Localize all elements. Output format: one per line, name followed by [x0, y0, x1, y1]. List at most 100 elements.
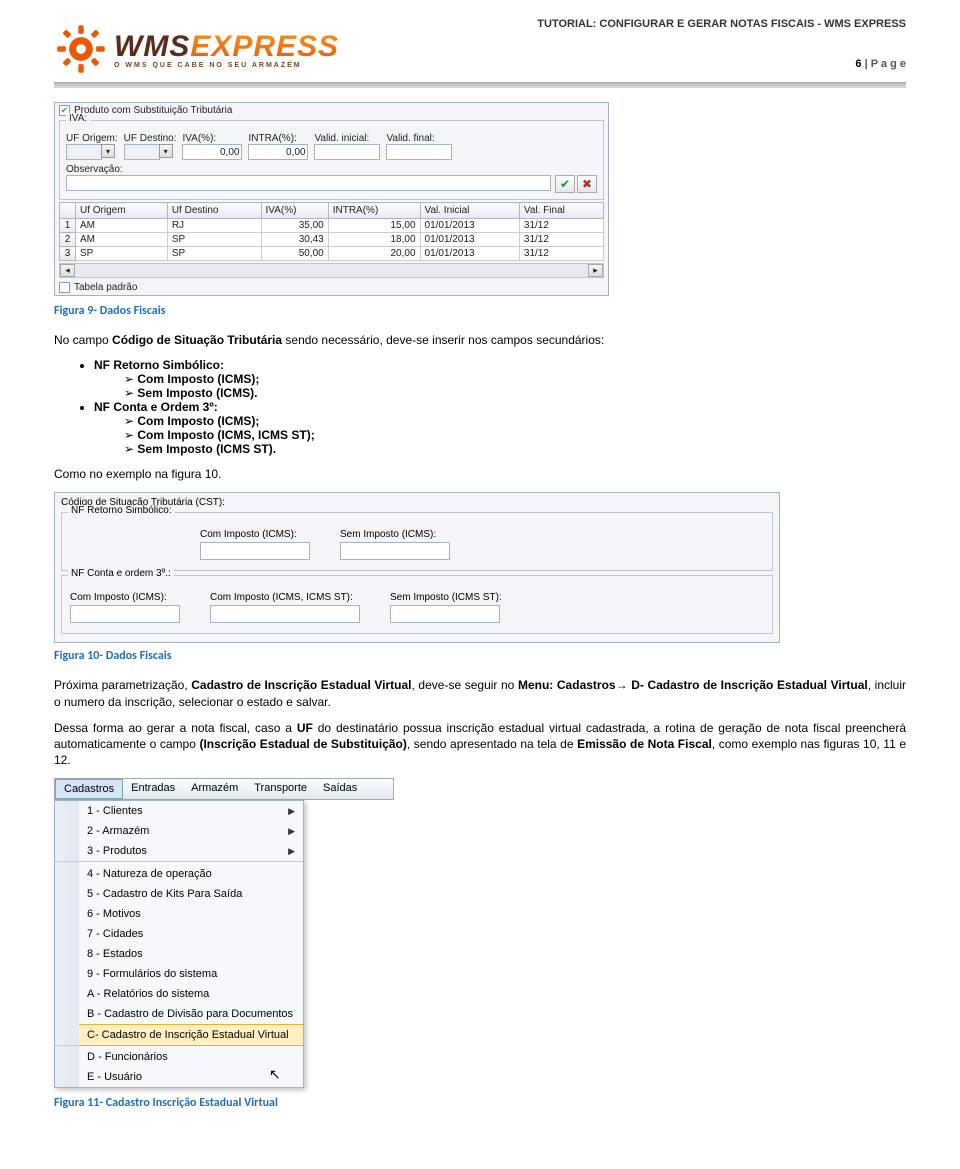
col-intra[interactable]: INTRA(%): [328, 203, 420, 219]
chevron-down-icon[interactable]: ▾: [101, 144, 115, 158]
input-valid-final[interactable]: [386, 144, 452, 160]
table-row[interactable]: 3 SP SP 50,00 20,00 01/01/2013 31/12: [60, 247, 604, 261]
list-item: NF Retorno Simbólico:: [94, 358, 224, 372]
label-valid-final: Valid. final:: [386, 133, 452, 144]
table-row[interactable]: 1 AM RJ 35,00 15,00 01/01/2013 31/12: [60, 219, 604, 233]
menu-item-label: 4 - Natureza de operação: [79, 864, 303, 884]
dropdown-uf-destino[interactable]: [124, 144, 160, 160]
arrow-icon: →: [616, 678, 632, 692]
menu-entradas[interactable]: Entradas: [123, 779, 183, 799]
menu-item[interactable]: A - Relatórios do sistema: [55, 984, 303, 1004]
col-uf-destino[interactable]: Uf Destino: [167, 203, 261, 219]
menu-item[interactable]: E - Usuário: [55, 1067, 303, 1087]
menu-item-label: 2 - Armazém: [79, 821, 280, 841]
list-item: NF Conta e Ordem 3º:: [94, 400, 218, 414]
row-header: 1: [60, 219, 76, 233]
menu-item-label: D - Funcionários: [79, 1047, 303, 1067]
brand-wms: WMS: [114, 30, 190, 63]
label-uf-origem: UF Origem:: [66, 133, 118, 144]
menu-item[interactable]: 7 - Cidades: [55, 924, 303, 944]
text-bold: D- Cadastro de Inscrição Estadual Virtua…: [631, 678, 868, 692]
menu-item[interactable]: D - Funcionários: [55, 1047, 303, 1067]
page-number: 6 | P a g e: [537, 58, 906, 70]
cursor-icon: ↖: [269, 1066, 281, 1082]
cell: SP: [167, 247, 261, 261]
label-com-icms-st: Com Imposto (ICMS, ICMS ST):: [210, 592, 360, 603]
input-observacao[interactable]: [66, 175, 551, 191]
menu-cadastros[interactable]: Cadastros: [55, 779, 123, 799]
menu-item[interactable]: 1 - Clientes▶: [55, 801, 303, 821]
col-val-final[interactable]: Val. Final: [519, 203, 603, 219]
brand-tagline: O WMS QUE CABE NO SEU ARMAZÉM: [114, 62, 339, 69]
menu-item[interactable]: 4 - Natureza de operação: [55, 864, 303, 884]
text-bold: Menu: Cadastros: [518, 678, 616, 692]
form-cst: Código de Situação Tributária (CST): NF …: [54, 492, 780, 643]
legend-iva: IVA:: [66, 113, 90, 124]
input-com-icms-st[interactable]: [210, 605, 360, 623]
text-bold: Código de Situação Tributária: [112, 333, 282, 347]
figure-caption-10: Figura 10- Dados Fiscais: [54, 649, 906, 663]
menu-item[interactable]: 2 - Armazém▶: [55, 821, 303, 841]
cell: 20,00: [328, 247, 420, 261]
input-sem-icms[interactable]: [340, 542, 450, 560]
list-item: Com Imposto (ICMS);: [137, 414, 259, 428]
cell: 01/01/2013: [420, 247, 519, 261]
brand-text: WMSEXPRESS: [114, 30, 339, 64]
paragraph: Dessa forma ao gerar a nota fiscal, caso…: [54, 720, 906, 769]
doc-title: TUTORIAL: CONFIGURAR E GERAR NOTAS FISCA…: [537, 18, 906, 30]
list-item: Com Imposto (ICMS);: [137, 372, 259, 386]
row-header: 2: [60, 233, 76, 247]
text-bold: Cadastro de Inscrição Estadual Virtual: [191, 678, 411, 692]
menu-item[interactable]: 6 - Motivos: [55, 904, 303, 924]
checkbox-tabela-padrao[interactable]: [59, 282, 70, 293]
label-tabela-padrao: Tabela padrão: [74, 282, 137, 293]
col-uf-origem[interactable]: Uf Origem: [76, 203, 168, 219]
list-item: Com Imposto (ICMS, ICMS ST);: [137, 428, 314, 442]
confirm-button[interactable]: ✔: [555, 175, 575, 193]
cell: 50,00: [261, 247, 328, 261]
bullet-list: NF Retorno Simbólico: Com Imposto (ICMS)…: [94, 358, 906, 456]
menu-item-hover[interactable]: C- Cadastro de Inscrição Estadual Virtua…: [55, 1024, 303, 1045]
input-sem-icms-st[interactable]: [390, 605, 500, 623]
col-iva[interactable]: IVA(%): [261, 203, 328, 219]
menu-item[interactable]: 9 - Formulários do sistema: [55, 964, 303, 984]
menu-item[interactable]: 8 - Estados: [55, 944, 303, 964]
col-val-inicial[interactable]: Val. Inicial: [420, 203, 519, 219]
menu-item-label: B - Cadastro de Divisão para Documentos: [79, 1004, 303, 1025]
menu-transporte[interactable]: Transporte: [246, 779, 315, 799]
page-number-label: | P a g e: [862, 58, 906, 70]
menu-item-label: 1 - Clientes: [79, 801, 280, 821]
input-iva[interactable]: 0,00: [182, 144, 242, 160]
menu-item[interactable]: 3 - Produtos▶: [55, 841, 303, 862]
dropdown-uf-origem[interactable]: [66, 144, 102, 160]
menu-saidas[interactable]: Saídas: [315, 779, 365, 799]
menu-item[interactable]: B - Cadastro de Divisão para Documentos: [55, 1004, 303, 1025]
cell: RJ: [167, 219, 261, 233]
label-com-icms: Com Imposto (ICMS):: [200, 529, 310, 540]
table-row[interactable]: 2 AM SP 30,43 18,00 01/01/2013 31/12: [60, 233, 604, 247]
cell: 15,00: [328, 219, 420, 233]
paragraph: Próxima parametrização, Cadastro de Insc…: [54, 677, 906, 709]
close-icon: ✖: [582, 177, 592, 191]
menu-armazem[interactable]: Armazém: [183, 779, 246, 799]
input-valid-inicial[interactable]: [314, 144, 380, 160]
list-item: Sem Imposto (ICMS ST).: [137, 442, 276, 456]
input-com-icms-2[interactable]: [70, 605, 180, 623]
label-observacao: Observação:: [66, 164, 597, 175]
cancel-button[interactable]: ✖: [577, 175, 597, 193]
label-uf-destino: UF Destino:: [124, 133, 177, 144]
horizontal-scrollbar[interactable]: ◂ ▸: [59, 263, 604, 278]
cell: 01/01/2013: [420, 233, 519, 247]
input-intra[interactable]: 0,00: [248, 144, 308, 160]
menu-item[interactable]: 5 - Cadastro de Kits Para Saída: [55, 884, 303, 904]
scroll-left-icon[interactable]: ◂: [60, 264, 75, 277]
menu-item-label: C- Cadastro de Inscrição Estadual Virtua…: [79, 1024, 303, 1045]
text: , sendo apresentado na tela de: [407, 737, 577, 751]
menu-item-label: 5 - Cadastro de Kits Para Saída: [79, 884, 303, 904]
row-header: 3: [60, 247, 76, 261]
scroll-right-icon[interactable]: ▸: [588, 264, 603, 277]
chevron-down-icon[interactable]: ▾: [159, 144, 173, 158]
text: Próxima parametrização,: [54, 678, 191, 692]
form-dados-fiscais: ✔ Produto com Substituição Tributária IV…: [54, 102, 609, 296]
input-com-icms[interactable]: [200, 542, 310, 560]
